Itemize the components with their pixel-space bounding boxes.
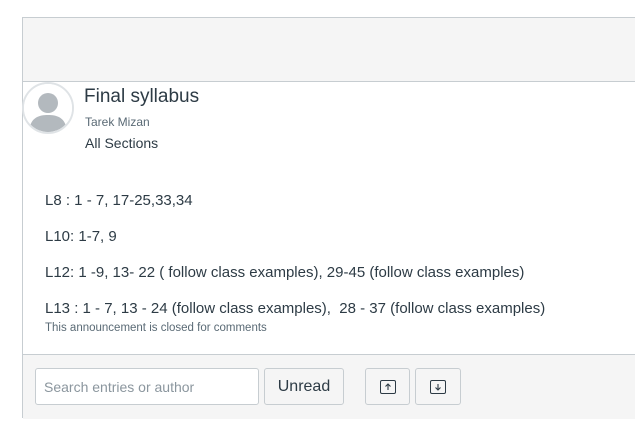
syllabus-line: L8 : 1 - 7, 17-25,33,34 xyxy=(45,192,193,209)
arrow-up-box-icon xyxy=(379,379,396,394)
announcement-title: Final syllabus xyxy=(84,86,200,107)
syllabus-line: L13 : 1 - 7, 13 - 24 (follow class examp… xyxy=(45,300,546,317)
sections-label: All Sections xyxy=(85,135,159,151)
unread-button[interactable]: Unread xyxy=(264,368,344,405)
expand-button[interactable] xyxy=(365,368,410,405)
search-input[interactable] xyxy=(35,368,259,405)
syllabus-line: L12: 1 -9, 13- 22 ( follow class example… xyxy=(45,264,525,281)
syllabus-line: L10: 1-7, 9 xyxy=(45,228,117,245)
discussion-toolbar: Unread xyxy=(23,354,635,419)
person-icon xyxy=(24,84,72,132)
collapse-button[interactable] xyxy=(415,368,461,405)
author-name[interactable]: Tarek Mizan xyxy=(85,115,150,129)
arrow-down-box-icon xyxy=(430,379,446,394)
announcement-panel: Unread xyxy=(22,17,635,419)
header-band xyxy=(23,18,635,82)
comments-closed-note: This announcement is closed for comments xyxy=(45,322,267,334)
author-avatar[interactable] xyxy=(22,82,74,134)
